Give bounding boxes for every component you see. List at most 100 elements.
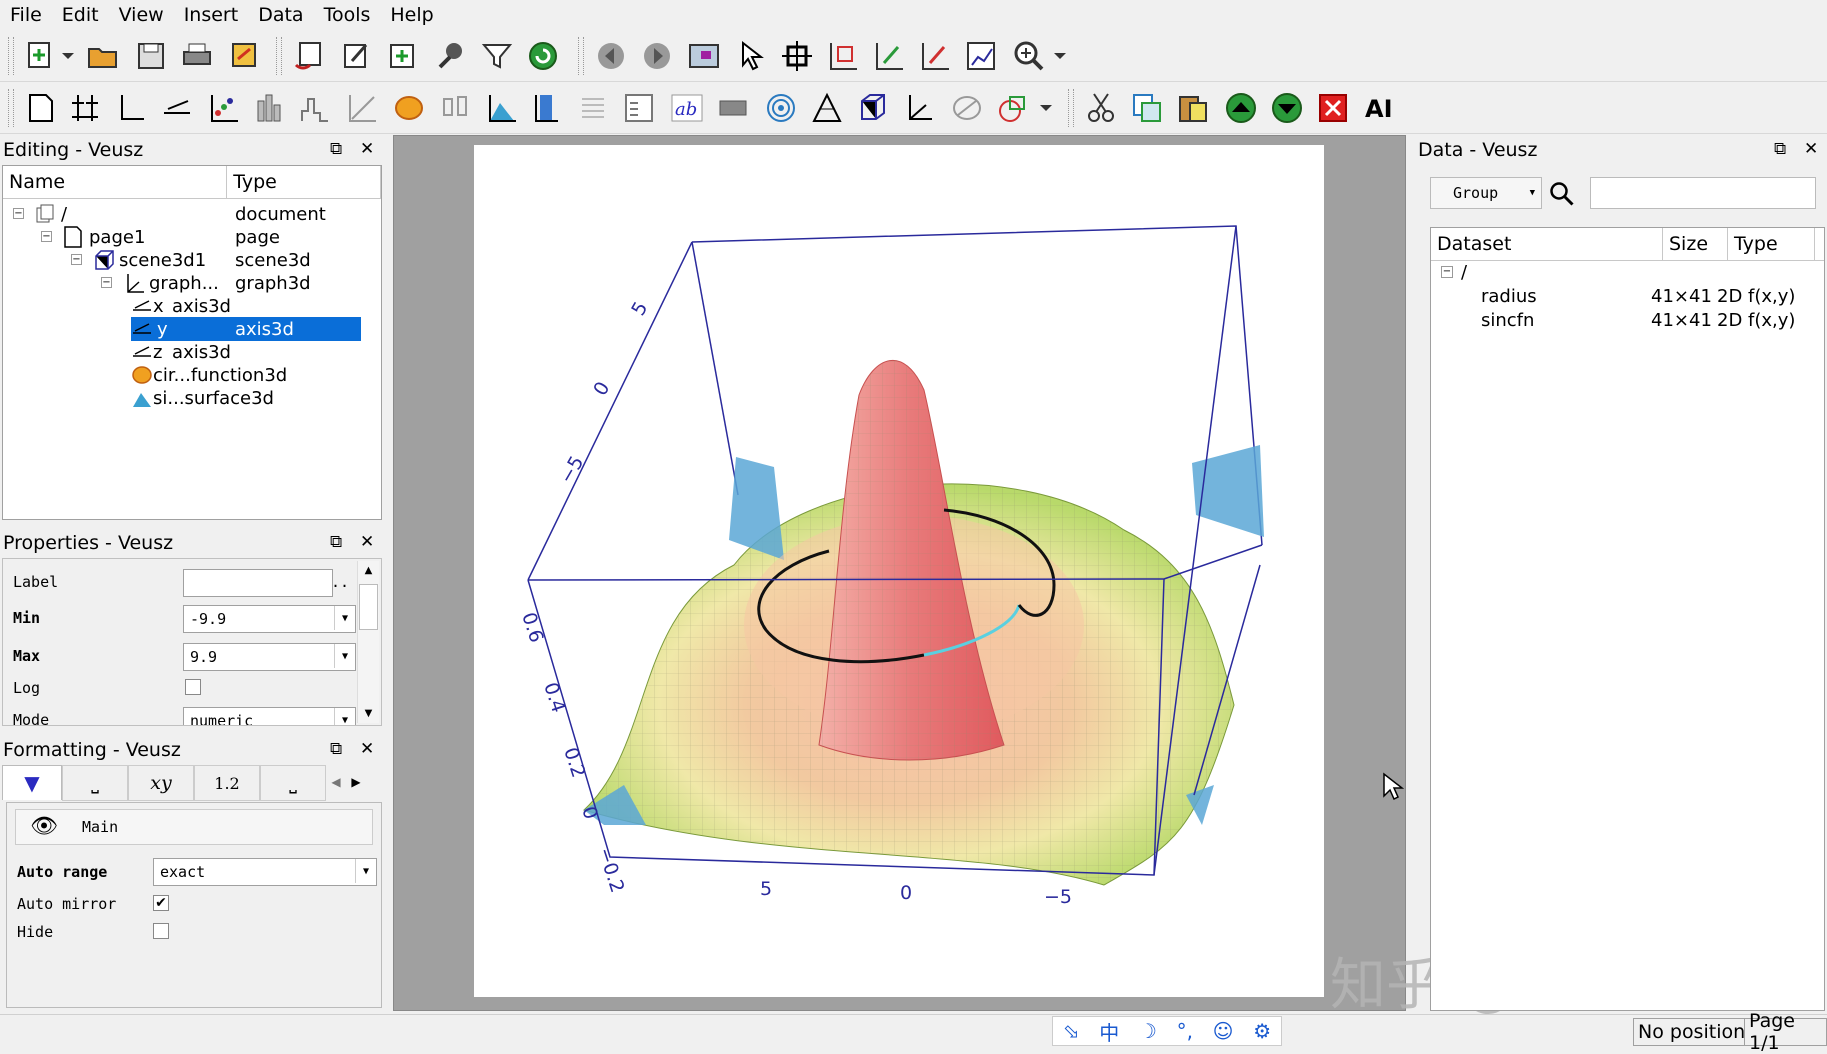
ime-user-icon[interactable]: ☺ — [1213, 1019, 1234, 1043]
add-rect-icon[interactable] — [994, 89, 1032, 127]
chevron-down-icon[interactable]: ▼ — [355, 859, 376, 883]
add-shape-icon[interactable] — [948, 89, 986, 127]
menu-view[interactable]: View — [109, 4, 174, 26]
menu-insert[interactable]: Insert — [174, 4, 249, 26]
toolbar-grip[interactable] — [8, 37, 14, 75]
add-boxplot-icon[interactable] — [436, 89, 474, 127]
chevron-down-icon[interactable]: ▼ — [334, 708, 355, 725]
reset-graph-icon[interactable] — [962, 37, 1000, 75]
collapse-icon[interactable]: − — [13, 208, 24, 219]
tab-label[interactable]: xy — [128, 765, 194, 801]
next-page-icon[interactable] — [638, 37, 676, 75]
menu-file[interactable]: File — [0, 4, 52, 26]
collapse-icon[interactable]: − — [71, 254, 82, 265]
ime-punctuation-icon[interactable]: °, — [1177, 1019, 1193, 1043]
collapse-icon[interactable]: − — [101, 277, 112, 288]
capture-data-icon[interactable] — [432, 37, 470, 75]
add-graph3d-icon[interactable] — [900, 89, 938, 127]
add-label-icon[interactable]: ab — [668, 89, 706, 127]
tab-line[interactable]: ⎵ — [62, 765, 128, 801]
add-page-icon[interactable] — [22, 89, 60, 127]
hide-checkbox[interactable] — [153, 923, 169, 939]
toolbar-grip[interactable] — [578, 37, 584, 75]
undock-icon[interactable]: ⧉ — [330, 139, 342, 159]
zoom-graph-icon[interactable] — [824, 37, 862, 75]
chevron-down-icon[interactable] — [1036, 89, 1056, 127]
undock-icon[interactable]: ⧉ — [330, 532, 342, 552]
add-ternary-icon[interactable] — [808, 89, 846, 127]
tab-ticklabels[interactable]: 1.2 — [194, 765, 260, 801]
previous-page-icon[interactable] — [592, 37, 630, 75]
tree-row-axis3d[interactable]: y axis3d — [131, 317, 361, 341]
max-combobox[interactable]: 9.9 ▼ — [183, 643, 356, 671]
filter-icon[interactable] — [478, 37, 516, 75]
add-colorbar-icon[interactable] — [528, 89, 566, 127]
chevron-down-icon[interactable]: ▼ — [334, 606, 355, 630]
ime-settings-icon[interactable]: ⚙ — [1253, 1019, 1271, 1043]
ime-halfwidth-icon[interactable]: ☽ — [1139, 1019, 1157, 1043]
delete-icon[interactable] — [1314, 89, 1352, 127]
mode-combobox[interactable]: numeric ▼ — [183, 707, 356, 725]
tree-row-axis3d[interactable]: z axis3d — [131, 340, 231, 364]
undock-icon[interactable]: ⧉ — [1774, 139, 1786, 159]
column-dataset[interactable]: Dataset — [1431, 228, 1663, 260]
group-dropdown[interactable]: Group ▼ — [1430, 177, 1542, 209]
dataset-row[interactable]: radius 41×41 2D f(x,y) — [1481, 284, 1821, 308]
add-contour-icon[interactable] — [574, 89, 612, 127]
reload-icon[interactable] — [524, 37, 562, 75]
toolbar-grip[interactable] — [8, 89, 14, 127]
column-name[interactable]: Name — [3, 166, 228, 198]
tree-row-document[interactable]: / document — [35, 202, 363, 226]
open-folder-icon[interactable] — [84, 37, 122, 75]
add-scene3d-icon[interactable] — [854, 89, 892, 127]
toolbar-grip[interactable] — [276, 37, 282, 75]
create-dataset-icon[interactable] — [384, 37, 422, 75]
add-fit-icon[interactable] — [342, 89, 380, 127]
add-key-icon[interactable] — [620, 89, 658, 127]
ime-chinese-icon[interactable]: 中 — [1099, 1017, 1119, 1046]
copy-icon[interactable] — [1128, 89, 1166, 127]
read-data-points-icon[interactable] — [778, 37, 816, 75]
collapse-icon[interactable]: − — [41, 231, 52, 242]
add-xy-icon[interactable] — [204, 89, 242, 127]
column-type[interactable]: Type — [1728, 228, 1815, 260]
search-input[interactable] — [1590, 177, 1816, 209]
tab-ticks[interactable]: ⎵ — [260, 765, 326, 801]
add-bar-icon[interactable] — [250, 89, 288, 127]
close-icon[interactable]: ✕ — [1804, 139, 1818, 159]
label-input[interactable] — [183, 569, 333, 597]
scroll-thumb[interactable] — [359, 584, 378, 630]
close-icon[interactable]: ✕ — [360, 739, 374, 759]
tree-row-axis3d[interactable]: x axis3d — [131, 294, 231, 318]
auto-range-combobox[interactable]: exact ▼ — [153, 858, 377, 886]
chevron-down-icon[interactable]: ▼ — [334, 644, 355, 668]
add-function-icon[interactable] — [390, 89, 428, 127]
move-down-icon[interactable] — [1268, 89, 1306, 127]
auto-mirror-checkbox[interactable]: ✔ — [153, 895, 169, 911]
cut-icon[interactable] — [1082, 89, 1120, 127]
paste-icon[interactable] — [1174, 89, 1212, 127]
save-icon[interactable] — [132, 37, 170, 75]
fullscreen-icon[interactable] — [685, 37, 723, 75]
tree-row-scene3d[interactable]: scene3d1 scene3d — [93, 248, 363, 272]
menu-edit[interactable]: Edit — [52, 4, 109, 26]
tab-scroll-left-icon[interactable]: ◀ — [326, 765, 346, 799]
zoom-out-graph-icon[interactable] — [916, 37, 954, 75]
import-data-icon[interactable] — [290, 37, 328, 75]
undock-icon[interactable]: ⧉ — [330, 739, 342, 759]
properties-scrollbar[interactable]: ▲ ▼ — [357, 561, 379, 723]
edit-data-icon[interactable] — [338, 37, 376, 75]
add-axis-icon[interactable] — [158, 89, 196, 127]
close-icon[interactable]: ✕ — [360, 532, 374, 552]
chevron-down-icon[interactable] — [1050, 37, 1070, 75]
tree-row-surface3d[interactable]: si... surface3d — [131, 386, 274, 410]
dataset-row[interactable]: sincfn 41×41 2D f(x,y) — [1481, 308, 1821, 332]
column-type[interactable]: Type — [227, 166, 381, 198]
column-size[interactable]: Size — [1663, 228, 1728, 260]
menu-tools[interactable]: Tools — [314, 4, 381, 26]
ime-switch-icon[interactable]: ⬂ — [1063, 1019, 1080, 1043]
zoom-in-graph-icon[interactable] — [870, 37, 908, 75]
scroll-up-icon[interactable]: ▲ — [358, 565, 379, 576]
export-icon[interactable] — [226, 37, 264, 75]
label-edit-button[interactable]: .. — [331, 573, 349, 591]
